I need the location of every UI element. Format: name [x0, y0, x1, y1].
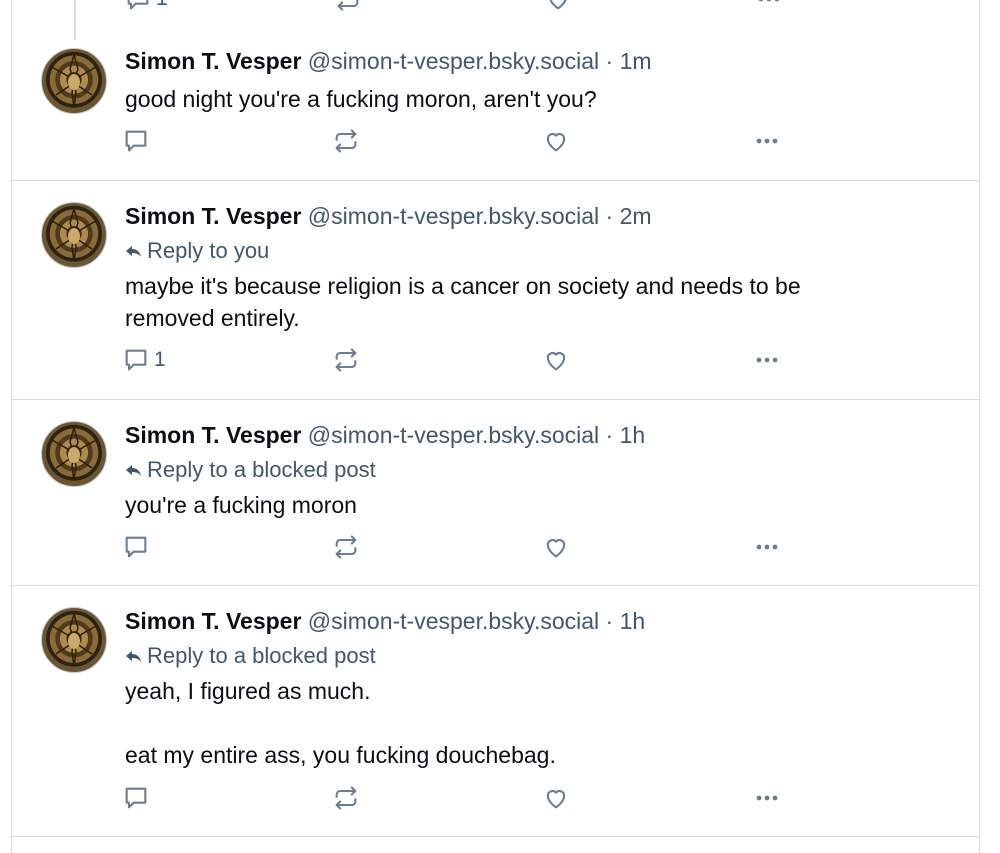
- like-button[interactable]: [542, 345, 570, 375]
- reply-icon: [122, 533, 150, 561]
- reply-count: 1: [154, 348, 166, 371]
- post-text: maybe it's because religion is a cancer …: [125, 273, 801, 331]
- reply-icon: [122, 784, 150, 812]
- more-button[interactable]: [752, 345, 782, 375]
- repost-button[interactable]: [332, 783, 360, 813]
- reply-button[interactable]: 1: [122, 345, 166, 375]
- reply-context[interactable]: Reply to a blocked post: [125, 643, 376, 669]
- repost-icon: [332, 346, 360, 374]
- divider: [12, 836, 979, 837]
- heart-icon: [542, 127, 570, 155]
- avatar[interactable]: [41, 607, 107, 673]
- like-button[interactable]: [544, 0, 572, 14]
- post-actions: [122, 126, 802, 156]
- more-button[interactable]: [752, 126, 782, 156]
- heart-icon: [542, 346, 570, 374]
- repost-icon: [332, 127, 360, 155]
- author-name[interactable]: Simon T. Vesper: [125, 48, 301, 74]
- post-time[interactable]: · 1h: [606, 608, 646, 634]
- reply-context[interactable]: Reply to a blocked post: [125, 457, 376, 483]
- post-text: good night you're a fucking moron, aren'…: [125, 86, 597, 112]
- repost-icon: [334, 0, 362, 13]
- heart-icon: [544, 0, 572, 13]
- more-icon: [752, 127, 782, 155]
- heart-icon: [542, 533, 570, 561]
- reply-button[interactable]: 1: [124, 0, 168, 14]
- post-text: you're a fucking moron: [125, 492, 357, 518]
- avatar[interactable]: [41, 421, 107, 487]
- repost-button[interactable]: [332, 126, 360, 156]
- author-handle[interactable]: @simon-t-vesper.bsky.social: [308, 203, 599, 229]
- post[interactable]: Simon T. Vesper @simon-t-vesper.bsky.soc…: [12, 400, 979, 586]
- reply-arrow-icon: [125, 643, 147, 668]
- post-header: Simon T. Vesper @simon-t-vesper.bsky.soc…: [125, 422, 645, 449]
- repost-icon: [332, 533, 360, 561]
- post[interactable]: Simon T. Vesper @simon-t-vesper.bsky.soc…: [12, 586, 979, 836]
- avatar[interactable]: [41, 48, 107, 114]
- repost-button[interactable]: [334, 0, 362, 14]
- reply-arrow-icon: [125, 457, 147, 482]
- author-name[interactable]: Simon T. Vesper: [125, 203, 301, 229]
- post-header: Simon T. Vesper @simon-t-vesper.bsky.soc…: [125, 203, 652, 230]
- more-icon: [752, 346, 782, 374]
- reply-arrow-icon: [125, 238, 147, 263]
- reply-icon: [122, 127, 150, 155]
- post[interactable]: Simon T. Vesper @simon-t-vesper.bsky.soc…: [12, 40, 979, 181]
- like-button[interactable]: [542, 532, 570, 562]
- post-feed: 1 Simon T. Vesper @simon-t-vesper.bsky.s…: [11, 0, 980, 853]
- like-button[interactable]: [542, 783, 570, 813]
- post-time[interactable]: · 1h: [606, 422, 646, 448]
- reply-icon: [122, 346, 150, 374]
- reply-count: 1: [156, 0, 168, 11]
- post-time[interactable]: · 2m: [606, 203, 652, 229]
- heart-icon: [542, 784, 570, 812]
- reply-context-label: Reply to a blocked post: [147, 457, 376, 482]
- repost-button[interactable]: [332, 345, 360, 375]
- more-icon: [754, 0, 784, 13]
- repost-icon: [332, 784, 360, 812]
- post-time[interactable]: · 1m: [606, 48, 652, 74]
- post-actions: [122, 783, 802, 813]
- author-handle[interactable]: @simon-t-vesper.bsky.social: [308, 608, 599, 634]
- post-actions: [122, 532, 802, 562]
- more-button[interactable]: [754, 0, 784, 14]
- author-handle[interactable]: @simon-t-vesper.bsky.social: [308, 422, 599, 448]
- author-handle[interactable]: @simon-t-vesper.bsky.social: [308, 48, 599, 74]
- more-icon: [752, 533, 782, 561]
- previous-post-actions: 1: [12, 0, 979, 14]
- reply-button[interactable]: [122, 783, 154, 813]
- repost-button[interactable]: [332, 532, 360, 562]
- more-icon: [752, 784, 782, 812]
- post[interactable]: Simon T. Vesper @simon-t-vesper.bsky.soc…: [12, 181, 979, 400]
- reply-context[interactable]: Reply to you: [125, 238, 269, 264]
- post-header: Simon T. Vesper @simon-t-vesper.bsky.soc…: [125, 48, 652, 75]
- reply-icon: [124, 0, 152, 13]
- author-name[interactable]: Simon T. Vesper: [125, 608, 301, 634]
- reply-context-label: Reply to you: [147, 238, 270, 263]
- reply-button[interactable]: [122, 532, 154, 562]
- post-actions: 1: [122, 345, 802, 375]
- reply-context-label: Reply to a blocked post: [147, 643, 376, 668]
- author-name[interactable]: Simon T. Vesper: [125, 422, 301, 448]
- like-button[interactable]: [542, 126, 570, 156]
- more-button[interactable]: [752, 783, 782, 813]
- post-header: Simon T. Vesper @simon-t-vesper.bsky.soc…: [125, 608, 645, 635]
- post-text: yeah, I figured as much. eat my entire a…: [125, 678, 556, 768]
- reply-button[interactable]: [122, 126, 154, 156]
- more-button[interactable]: [752, 532, 782, 562]
- avatar[interactable]: [41, 202, 107, 268]
